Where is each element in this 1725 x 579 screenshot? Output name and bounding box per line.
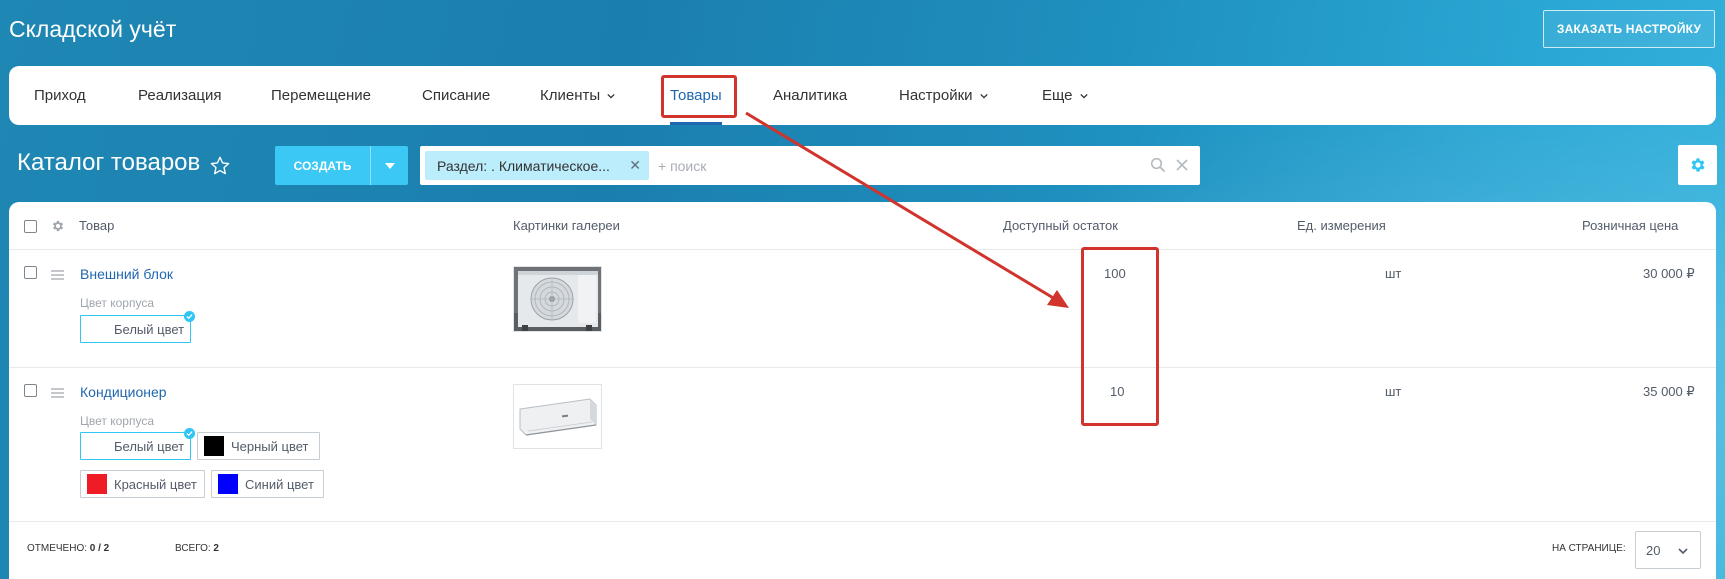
annotation-arrow [745, 111, 1069, 308]
